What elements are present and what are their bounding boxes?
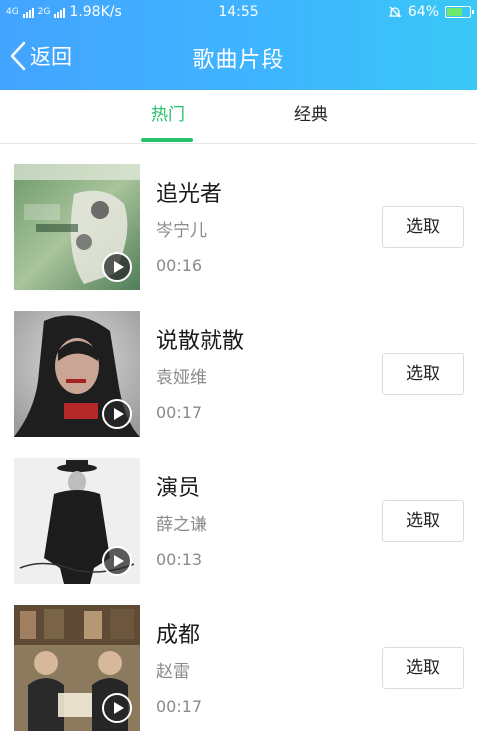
active-tab-indicator — [141, 138, 193, 142]
app-header: 4G 2G 1.98K/s 14:55 64% 返回 歌曲片段 — [0, 0, 477, 90]
song-title: 说散就散 — [156, 329, 245, 354]
song-item[interactable]: 成都 赵雷 00:17 选取 — [0, 605, 477, 735]
alarm-off-icon — [388, 6, 402, 18]
play-button[interactable] — [102, 399, 132, 429]
song-duration: 00:17 — [156, 697, 203, 716]
play-button[interactable] — [102, 252, 132, 282]
song-title: 成都 — [156, 623, 201, 648]
play-button[interactable] — [102, 693, 132, 723]
song-artist: 袁娅维 — [156, 368, 207, 388]
status-bar: 4G 2G 1.98K/s 14:55 64% — [0, 0, 477, 24]
tab-bar: 热门 经典 — [0, 90, 477, 144]
song-title: 追光者 — [156, 182, 223, 207]
select-button[interactable]: 选取 — [382, 647, 464, 689]
play-button[interactable] — [102, 546, 132, 576]
song-artist: 岑宁儿 — [156, 221, 207, 241]
song-duration: 00:16 — [156, 256, 203, 275]
song-artist: 薛之谦 — [156, 515, 207, 535]
select-button[interactable]: 选取 — [382, 353, 464, 395]
song-duration: 00:17 — [156, 403, 203, 422]
select-button[interactable]: 选取 — [382, 206, 464, 248]
title-bar: 返回 歌曲片段 — [0, 24, 477, 90]
album-cover — [14, 458, 140, 584]
album-cover — [14, 605, 140, 731]
tab-popular[interactable]: 热门 — [128, 90, 208, 144]
album-cover — [14, 311, 140, 437]
song-item[interactable]: 演员 薛之谦 00:13 选取 — [0, 458, 477, 588]
tab-classic[interactable]: 经典 — [271, 90, 351, 144]
song-duration: 00:13 — [156, 550, 203, 569]
song-item[interactable]: 说散就散 袁娅维 00:17 选取 — [0, 311, 477, 441]
battery-percent: 64% — [407, 4, 439, 20]
select-button[interactable]: 选取 — [382, 500, 464, 542]
song-artist: 赵雷 — [156, 662, 190, 682]
song-title: 演员 — [156, 476, 201, 501]
status-right: 64% — [388, 0, 474, 24]
page-title: 歌曲片段 — [192, 48, 285, 73]
song-item[interactable]: 追光者 岑宁儿 00:16 选取 — [0, 164, 477, 294]
battery-icon — [445, 6, 474, 18]
album-cover — [14, 164, 140, 290]
